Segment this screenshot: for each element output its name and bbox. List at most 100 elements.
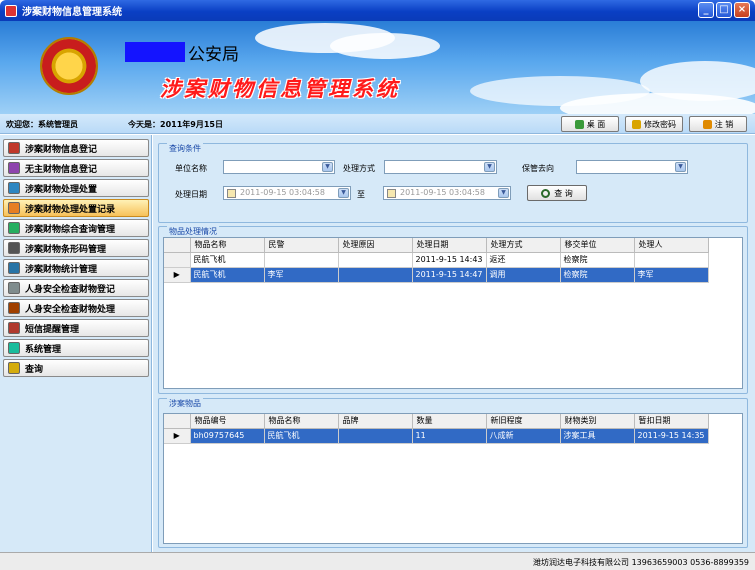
sidebar-item-label: 系统管理 bbox=[25, 344, 62, 355]
sidebar-item[interactable]: 短信提醒管理 bbox=[3, 319, 149, 337]
sidebar-item-label: 涉案财物处理处置记录 bbox=[25, 204, 116, 215]
desktop-button[interactable]: 桌 面 bbox=[561, 116, 619, 132]
police-emblem-icon bbox=[40, 37, 98, 95]
column-header[interactable]: 新旧程度 bbox=[486, 414, 561, 429]
column-header[interactable]: 物品编号 bbox=[190, 414, 265, 429]
sidebar-item-label: 短信提醒管理 bbox=[25, 324, 80, 335]
column-header[interactable]: 物品名称 bbox=[264, 414, 339, 429]
sidebar-item[interactable]: 查询 bbox=[3, 359, 149, 377]
sidebar: 涉案财物信息登记无主财物信息登记 涉案财物处理处置涉案财物处理处置记录涉案财物综合… bbox=[0, 135, 152, 552]
table-row[interactable]: ▶ bh09757645 民航飞机 11 八成新 涉案工具 2011-9-15 14:35 bbox=[164, 428, 709, 444]
column-header[interactable]: 移交单位 bbox=[560, 238, 635, 253]
row-selector[interactable] bbox=[164, 252, 191, 268]
menu-item-icon bbox=[8, 282, 20, 294]
chevron-down-icon: ▼ bbox=[675, 162, 686, 172]
table-cell bbox=[634, 252, 709, 268]
date-label: 处理日期 bbox=[175, 190, 207, 199]
table-cell bbox=[338, 252, 413, 268]
table-cell: 11 bbox=[412, 428, 487, 444]
sidebar-item[interactable]: 涉案财物处理处置 bbox=[3, 179, 149, 197]
table-cell: 2011-9-15 14:47 bbox=[412, 267, 487, 283]
minimize-button[interactable]: _ bbox=[698, 2, 714, 18]
sidebar-item-label: 涉案财物处理处置 bbox=[25, 184, 98, 195]
items-table: 物品编号 物品名称 品牌 数量 新旧程度 财物类别 暂扣日期 ▶ bh09757645 民航飞机 1… bbox=[164, 414, 709, 444]
column-header[interactable]: 处理人 bbox=[634, 238, 709, 253]
unit-label: 单位名称 bbox=[175, 164, 207, 173]
method-select[interactable]: ▼ bbox=[384, 160, 497, 174]
welcome-text: 欢迎您：系统管理员 bbox=[6, 120, 78, 129]
row-header-corner bbox=[164, 238, 191, 253]
items-group: 涉案物品 物品编号 物品名称 品牌 数量 新旧程度 财物类别 暂扣日期 ▶ bh09757645… bbox=[158, 398, 748, 548]
column-header[interactable]: 财物类别 bbox=[560, 414, 635, 429]
items-group-title: 涉案物品 bbox=[167, 398, 203, 409]
change-password-button[interactable]: 修改密码 bbox=[625, 116, 683, 132]
column-header[interactable]: 处理日期 bbox=[412, 238, 487, 253]
table-cell: 检察院 bbox=[560, 267, 635, 283]
sidebar-item-label: 无主财物信息登记 bbox=[25, 164, 98, 175]
column-header[interactable]: 数量 bbox=[412, 414, 487, 429]
column-header[interactable]: 处理方式 bbox=[486, 238, 561, 253]
table-cell bbox=[338, 428, 413, 444]
table-row[interactable]: ▶ 民航飞机 李军 2011-9-15 14:47 调用 检察院 李军 bbox=[164, 267, 709, 283]
menu-item-icon bbox=[8, 242, 20, 254]
chevron-down-icon: ▼ bbox=[322, 162, 333, 172]
table-cell bbox=[338, 267, 413, 283]
sidebar-item[interactable]: 人身安全检查财物登记 bbox=[3, 279, 149, 297]
menu-item-icon bbox=[8, 362, 20, 374]
bureau-name: 公安局 bbox=[188, 45, 239, 65]
column-header[interactable]: 处理原因 bbox=[338, 238, 413, 253]
table-cell: 2011-9-15 14:35 bbox=[634, 428, 709, 444]
window-titlebar[interactable]: 涉案财物信息管理系统 _ □ × bbox=[0, 0, 755, 21]
close-button[interactable]: × bbox=[734, 2, 750, 18]
sidebar-item[interactable]: 涉案财物处理处置记录 bbox=[3, 199, 149, 217]
table-cell: 民航飞机 bbox=[190, 252, 265, 268]
logout-icon bbox=[702, 119, 712, 129]
logout-button[interactable]: 注 销 bbox=[689, 116, 747, 132]
table-row[interactable]: 民航飞机 2011-9-15 14:43 返还 检察院 bbox=[164, 252, 709, 268]
key-icon bbox=[632, 119, 641, 129]
copyright-text: 潍坊润达电子科技有限公司 13963659003 0536-8899359 bbox=[533, 558, 749, 567]
redacted-block bbox=[125, 42, 185, 62]
sidebar-item[interactable]: 涉案财物统计管理 bbox=[3, 259, 149, 277]
menu-item-icon bbox=[8, 182, 20, 194]
destination-select[interactable]: ▼ bbox=[576, 160, 688, 174]
query-group: 查询条件 单位名称 ▼ 处理方式 ▼ 保管去向 ▼ 处理日期 2011-09-1… bbox=[158, 143, 748, 223]
disposal-grid[interactable]: 物品名称 民警 处理原因 处理日期 处理方式 移交单位 处理人 民航飞机 2011-9-15 1… bbox=[163, 237, 743, 389]
search-button[interactable]: 查 询 bbox=[527, 185, 587, 201]
window-title: 涉案财物信息管理系统 bbox=[22, 7, 122, 18]
sidebar-item[interactable]: 无主财物信息登记 bbox=[3, 159, 149, 177]
column-header[interactable]: 物品名称 bbox=[190, 238, 265, 253]
menu-item-icon bbox=[8, 322, 20, 334]
column-header[interactable]: 暂扣日期 bbox=[634, 414, 709, 429]
date-from-picker[interactable]: 2011-09-15 03:04:58 ▼ bbox=[223, 186, 351, 200]
sidebar-item[interactable]: 涉案财物条形码管理 bbox=[3, 239, 149, 257]
row-selector[interactable]: ▶ bbox=[164, 428, 191, 444]
sidebar-item-label: 人身安全检查财物处理 bbox=[25, 304, 116, 315]
unit-select[interactable]: ▼ bbox=[223, 160, 335, 174]
table-cell: 民航飞机 bbox=[264, 428, 339, 444]
column-header[interactable]: 品牌 bbox=[338, 414, 413, 429]
disposal-group: 物品处理情况 物品名称 民警 处理原因 处理日期 处理方式 移交单位 处理人 民航飞机 2011… bbox=[158, 226, 748, 394]
sidebar-item[interactable]: 涉案财物综合查询管理 bbox=[3, 219, 149, 237]
search-icon bbox=[541, 188, 551, 198]
table-cell: 检察院 bbox=[560, 252, 635, 268]
sidebar-item[interactable]: 涉案财物信息登记 bbox=[3, 139, 149, 157]
date-to-picker[interactable]: 2011-09-15 03:04:58 ▼ bbox=[383, 186, 511, 200]
checkbox[interactable] bbox=[387, 189, 396, 198]
sidebar-item-label: 涉案财物条形码管理 bbox=[25, 244, 107, 255]
sidebar-item[interactable]: 人身安全检查财物处理 bbox=[3, 299, 149, 317]
table-cell: 八成新 bbox=[486, 428, 561, 444]
date-to-value: 2011-09-15 03:04:58 bbox=[400, 188, 485, 197]
checkbox[interactable] bbox=[227, 189, 236, 198]
maximize-button[interactable]: □ bbox=[716, 2, 732, 18]
method-label: 处理方式 bbox=[343, 164, 375, 173]
sidebar-item[interactable]: 系统管理 bbox=[3, 339, 149, 357]
sidebar-item-label: 查询 bbox=[25, 364, 44, 375]
table-cell: 李军 bbox=[264, 267, 339, 283]
table-cell: bh09757645 bbox=[190, 428, 265, 444]
items-grid[interactable]: 物品编号 物品名称 品牌 数量 新旧程度 财物类别 暂扣日期 ▶ bh09757645 民航飞机 1… bbox=[163, 413, 743, 544]
menu-item-icon bbox=[8, 262, 20, 274]
row-selector[interactable]: ▶ bbox=[164, 267, 191, 283]
status-bar: 潍坊润达电子科技有限公司 13963659003 0536-8899359 bbox=[0, 552, 755, 570]
column-header[interactable]: 民警 bbox=[264, 238, 339, 253]
